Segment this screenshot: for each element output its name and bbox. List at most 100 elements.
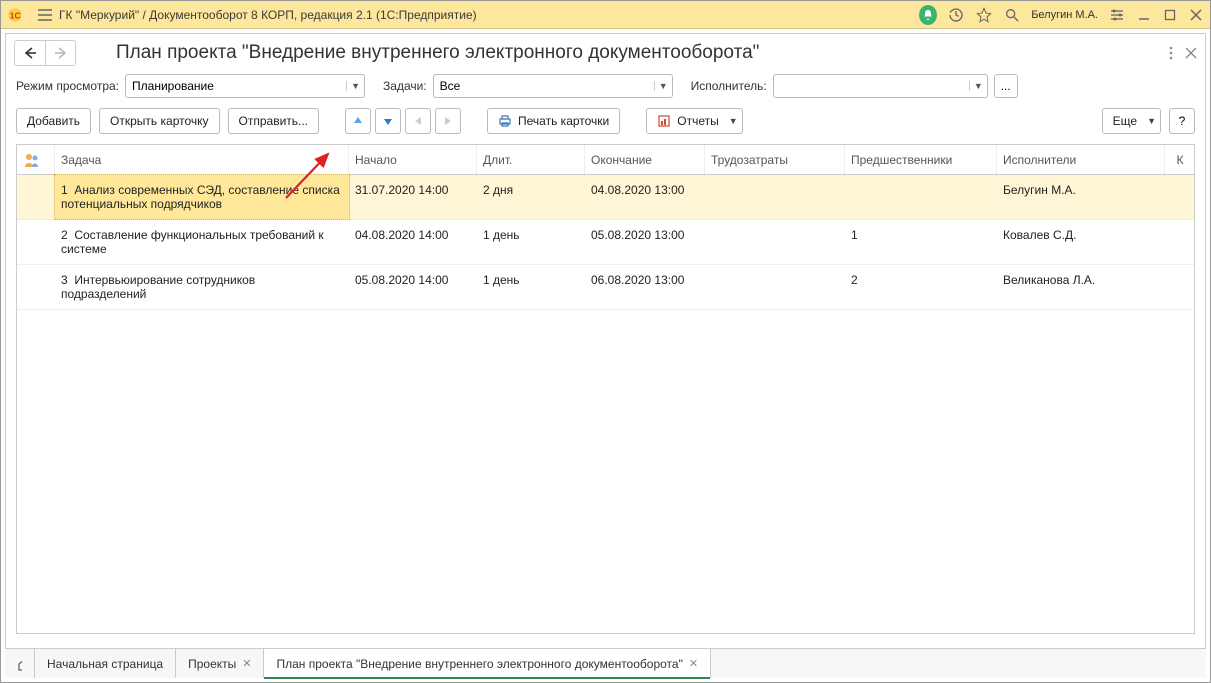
nav-buttons bbox=[14, 40, 76, 66]
cell-k bbox=[1165, 265, 1195, 309]
mode-label: Режим просмотра: bbox=[16, 79, 119, 93]
more-button[interactable]: Еще ▼ bbox=[1102, 108, 1161, 134]
content-frame: План проекта "Внедрение внутреннего элек… bbox=[5, 33, 1206, 673]
move-down-button[interactable] bbox=[375, 108, 401, 134]
home-icon bbox=[17, 657, 22, 671]
col-effort[interactable]: Трудозатраты bbox=[705, 145, 845, 174]
titlebar: 1С ГК "Меркурий" / Документооборот 8 КОР… bbox=[1, 1, 1210, 29]
mode-value: Планирование bbox=[132, 79, 214, 93]
cell-assignees: Великанова Л.А. bbox=[997, 265, 1165, 309]
search-icon[interactable] bbox=[1003, 6, 1021, 24]
col-pred[interactable]: Предшественники bbox=[845, 145, 997, 174]
col-start[interactable]: Начало bbox=[349, 145, 477, 174]
grid-body: 1 Анализ современных СЭД, составление сп… bbox=[17, 175, 1194, 310]
tasks-grid: Задача Начало Длит. Окончание Трудозатра… bbox=[16, 144, 1195, 634]
add-button[interactable]: Добавить bbox=[16, 108, 91, 134]
maximize-button[interactable] bbox=[1162, 7, 1178, 23]
cell-duration: 1 день bbox=[477, 220, 585, 264]
cell-start: 31.07.2020 14:00 bbox=[349, 175, 477, 219]
close-button[interactable] bbox=[1188, 7, 1204, 23]
cell-effort bbox=[705, 220, 845, 264]
caret-down-icon: ▼ bbox=[729, 116, 738, 126]
page-close-button[interactable] bbox=[1185, 47, 1197, 59]
cell-end: 05.08.2020 13:00 bbox=[585, 220, 705, 264]
reports-button[interactable]: Отчеты ▼ bbox=[646, 108, 742, 134]
app-title: ГК "Меркурий" / Документооборот 8 КОРП, … bbox=[59, 8, 477, 22]
cell-pred bbox=[845, 175, 997, 219]
table-row[interactable]: 2 Составление функциональных требований … bbox=[17, 220, 1194, 265]
print-card-button[interactable]: Печать карточки bbox=[487, 108, 620, 134]
cell-task: 1 Анализ современных СЭД, составление сп… bbox=[54, 174, 350, 220]
cell-k bbox=[1165, 220, 1195, 264]
tabs-bar: Начальная страница Проекты✕ План проекта… bbox=[5, 648, 1206, 678]
col-end[interactable]: Окончание bbox=[585, 145, 705, 174]
assignee-label: Исполнитель: bbox=[691, 79, 767, 93]
toolbar: Добавить Открыть карточку Отправить... П… bbox=[6, 104, 1205, 144]
cell-duration: 2 дня bbox=[477, 175, 585, 219]
dropdown-icon: ▼ bbox=[346, 81, 360, 91]
close-icon[interactable]: ✕ bbox=[242, 657, 251, 670]
nav-back-button[interactable] bbox=[15, 41, 45, 65]
titlebar-actions: Белугин М.А. bbox=[919, 6, 1204, 24]
cell-end: 04.08.2020 13:00 bbox=[585, 175, 705, 219]
cell-end: 06.08.2020 13:00 bbox=[585, 265, 705, 309]
cell-icon bbox=[17, 265, 55, 309]
cell-k bbox=[1165, 175, 1195, 219]
tab-project-plan[interactable]: План проекта "Внедрение внутреннего элек… bbox=[264, 649, 711, 678]
nav-forward-button[interactable] bbox=[45, 41, 75, 65]
close-icon[interactable]: ✕ bbox=[689, 657, 698, 670]
cell-pred: 2 bbox=[845, 265, 997, 309]
col-assignees[interactable]: Исполнители bbox=[997, 145, 1165, 174]
page-menu-icon[interactable] bbox=[1169, 46, 1173, 60]
cell-pred: 1 bbox=[845, 220, 997, 264]
col-task[interactable]: Задача bbox=[55, 145, 349, 174]
favorite-icon[interactable] bbox=[975, 6, 993, 24]
col-k[interactable]: К bbox=[1165, 145, 1195, 174]
cell-start: 04.08.2020 14:00 bbox=[349, 220, 477, 264]
minimize-button[interactable] bbox=[1136, 7, 1152, 23]
table-row[interactable]: 1 Анализ современных СЭД, составление сп… bbox=[17, 175, 1194, 220]
menu-icon[interactable] bbox=[37, 8, 53, 22]
caret-down-icon: ▼ bbox=[1147, 116, 1156, 126]
dropdown-icon: ▼ bbox=[654, 81, 668, 91]
svg-text:1С: 1С bbox=[10, 10, 22, 20]
assignee-select[interactable]: ▼ bbox=[773, 74, 988, 98]
open-card-button[interactable]: Открыть карточку bbox=[99, 108, 219, 134]
move-buttons bbox=[345, 108, 461, 134]
cell-icon bbox=[17, 175, 55, 219]
tab-start-page[interactable]: Начальная страница bbox=[35, 649, 176, 678]
tab-home[interactable] bbox=[5, 649, 35, 678]
col-icon[interactable] bbox=[17, 145, 55, 174]
move-left-button[interactable] bbox=[405, 108, 431, 134]
grid-header: Задача Начало Длит. Окончание Трудозатра… bbox=[17, 145, 1194, 175]
filter-row: Режим просмотра: Планирование ▼ Задачи: … bbox=[6, 68, 1205, 104]
cell-duration: 1 день bbox=[477, 265, 585, 309]
assignee-more-button[interactable]: ... bbox=[994, 74, 1018, 98]
cell-effort bbox=[705, 175, 845, 219]
cell-task: 2 Составление функциональных требований … bbox=[55, 220, 349, 264]
logo-1c-icon: 1С bbox=[7, 6, 31, 24]
col-duration[interactable]: Длит. bbox=[477, 145, 585, 174]
dropdown-icon: ▼ bbox=[969, 81, 983, 91]
send-button[interactable]: Отправить... bbox=[228, 108, 320, 134]
settings-icon[interactable] bbox=[1108, 6, 1126, 24]
tab-projects[interactable]: Проекты✕ bbox=[176, 649, 264, 678]
help-button[interactable]: ? bbox=[1169, 108, 1195, 134]
history-icon[interactable] bbox=[947, 6, 965, 24]
cell-assignees: Ковалев С.Д. bbox=[997, 220, 1165, 264]
report-icon bbox=[657, 114, 671, 128]
move-up-button[interactable] bbox=[345, 108, 371, 134]
move-right-button[interactable] bbox=[435, 108, 461, 134]
page-title: План проекта "Внедрение внутреннего элек… bbox=[116, 42, 759, 64]
table-row[interactable]: 3 Интервьюирование сотрудников подраздел… bbox=[17, 265, 1194, 310]
user-menu[interactable]: Белугин М.А. bbox=[1031, 9, 1098, 21]
tasks-value: Все bbox=[440, 79, 461, 93]
mode-select[interactable]: Планирование ▼ bbox=[125, 74, 365, 98]
tasks-select[interactable]: Все ▼ bbox=[433, 74, 673, 98]
cell-assignees: Белугин М.А. bbox=[997, 175, 1165, 219]
tasks-label: Задачи: bbox=[383, 79, 427, 93]
notifications-icon[interactable] bbox=[919, 6, 937, 24]
page-header: План проекта "Внедрение внутреннего элек… bbox=[6, 34, 1205, 68]
people-icon bbox=[23, 152, 41, 168]
cell-start: 05.08.2020 14:00 bbox=[349, 265, 477, 309]
